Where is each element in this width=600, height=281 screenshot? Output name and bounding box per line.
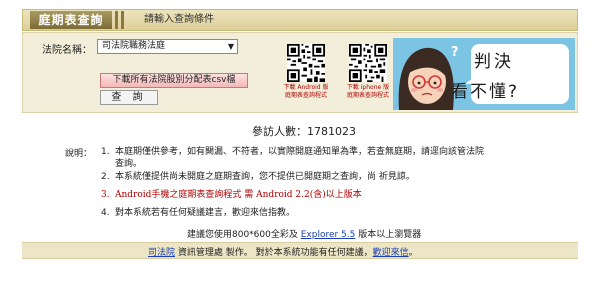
header-divider (121, 11, 124, 29)
android-label-line1: 下載 Android 版 (283, 84, 329, 91)
note-item: 4. 對本系統若有任何疑議建言，歡迎來信指教。 (101, 207, 295, 219)
page-title: 庭期表查詢 (30, 11, 112, 29)
note-item: 2. 本系統僅提供尚未開庭之庭期查詢，您不提供已開庭期之查詢，尚 祈見諒。 (101, 171, 415, 183)
note-number: 3. (101, 190, 110, 200)
header-divider (115, 11, 118, 29)
browser-note-prefix: 建議您使用800*600全彩及 (187, 230, 301, 240)
note-number: 2. (101, 172, 110, 182)
browser-note-suffix: 版本以上瀏覽器 (355, 230, 422, 240)
visitor-counter: 參訪人數：1781023 (252, 123, 356, 139)
android-qr-code[interactable] (287, 44, 325, 82)
visitor-label: 參訪人數： (252, 125, 307, 138)
note-text: Android手機之庭期表查詢程式 需 Android 2.2(含)以上版本 (115, 190, 362, 200)
court-name-label: 法院名稱： (42, 45, 92, 56)
explorer-link[interactable]: Explorer 5.5 (301, 230, 356, 240)
note-text: 本系統僅提供尚未開庭之庭期查詢，您不提供已開庭期之查詢，尚 祈見諒。 (115, 172, 415, 182)
banner-headline-1: 判決 (474, 52, 514, 72)
query-button[interactable]: 查 詢 (100, 90, 158, 105)
android-label-line2: 庭期表查詢程式 (284, 92, 327, 99)
iphone-app-download-link[interactable]: 下載 iphone 版 庭期表查詢程式 (336, 84, 400, 100)
footer-text: 司法院 資訊管理處 製作。 對於本系統功能有任何建議，歡迎來信。 (148, 245, 418, 258)
svg-text:?: ? (451, 45, 459, 60)
contact-link[interactable]: 歡迎來信 (373, 248, 409, 258)
header-prompt: 請輸入查詢條件 (144, 14, 214, 25)
court-select-value: 司法院職務法庭 (102, 41, 166, 51)
note-number: 1. (101, 147, 110, 157)
note-text: 對本系統若有任何疑議建言，歡迎來信指教。 (115, 208, 296, 218)
note-item: 3. Android手機之庭期表查詢程式 需 Android 2.2(含)以上版本 (101, 189, 362, 201)
footer-middle-text: 資訊管理處 製作。 對於本系統功能有任何建議， (175, 248, 373, 258)
visitor-count: 1781023 (307, 125, 356, 138)
banner-headline-2: 看不懂? (451, 82, 520, 102)
iphone-label-line1: 下載 iphone 版 (346, 84, 390, 91)
note-number: 4. (101, 208, 110, 218)
iphone-label-line2: 庭期表查詢程式 (346, 92, 389, 99)
note-text: 本庭期僅供參考，如有闕漏、不符者，以實際開庭通知單為準，若查無庭期，請逕向該管法… (115, 147, 485, 169)
footer-end-text: 。 (408, 248, 418, 258)
iphone-qr-code[interactable] (349, 44, 387, 82)
court-select[interactable]: 司法院職務法庭 ▼ (97, 39, 238, 54)
android-app-download-link[interactable]: 下載 Android 版 庭期表查詢程式 (274, 84, 338, 100)
notes-label: 說明： (65, 149, 93, 159)
judicial-yuan-link[interactable]: 司法院 (148, 248, 175, 258)
download-csv-button[interactable]: 下載所有法院股別分配表csv檔 (100, 73, 248, 88)
browser-recommendation: 建議您使用800*600全彩及 Explorer 5.5 版本以上瀏覽器 (187, 227, 421, 240)
note-item: 1. 本庭期僅供參考，如有闕漏、不符者，以實際開庭通知單為準，若查無庭期，請逕向該… (101, 146, 491, 170)
chevron-down-icon: ▼ (227, 42, 234, 51)
